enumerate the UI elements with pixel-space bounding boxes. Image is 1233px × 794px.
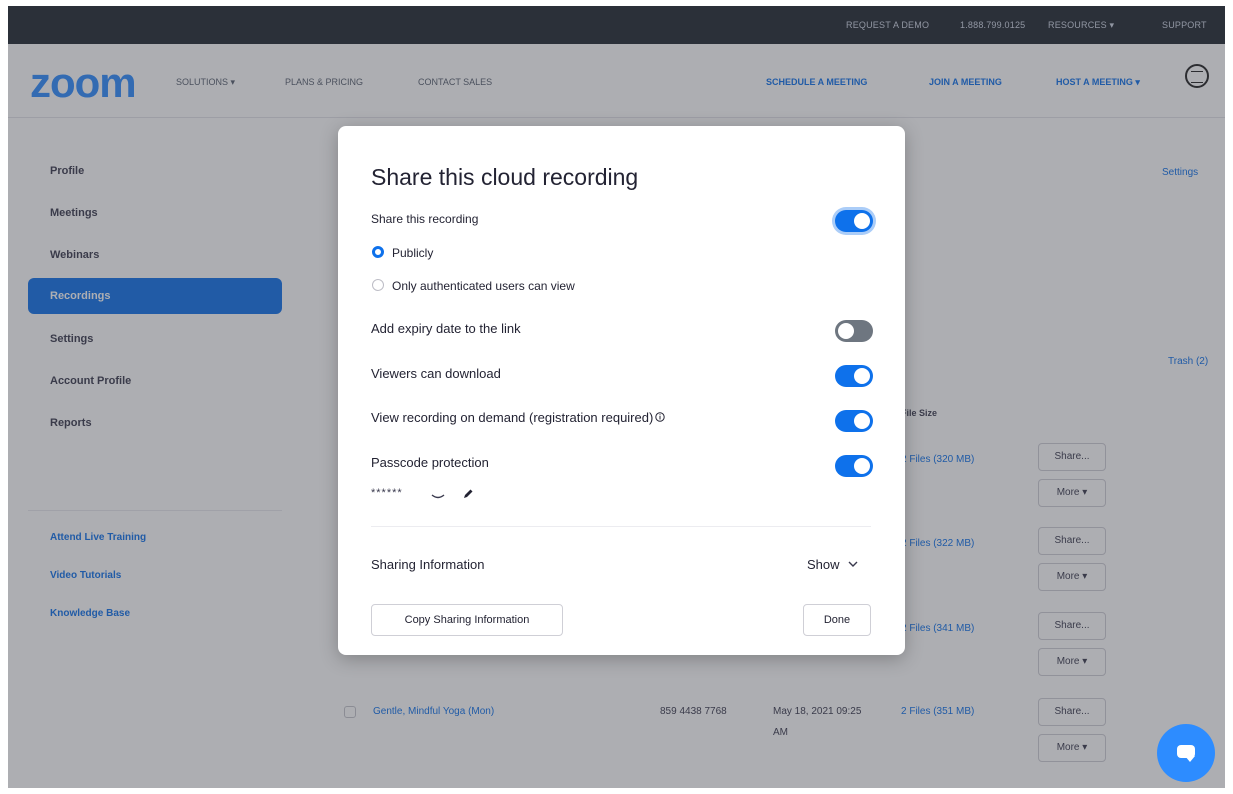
expiry-toggle[interactable] <box>835 320 873 342</box>
passcode-toggle[interactable] <box>835 455 873 477</box>
authenticated-radio-label: Only authenticated users can view <box>392 279 575 293</box>
share-recording-dialog: Share this cloud recording Share this re… <box>338 126 905 655</box>
eye-icon[interactable] <box>431 493 445 501</box>
passcode-label: Passcode protection <box>371 455 489 470</box>
share-recording-label: Share this recording <box>371 212 479 226</box>
chevron-down-icon <box>848 561 858 567</box>
passcode-value: ****** <box>371 487 403 499</box>
done-button[interactable]: Done <box>803 604 871 636</box>
show-toggle-link[interactable]: Show <box>807 557 858 572</box>
download-label: Viewers can download <box>371 366 501 381</box>
chat-icon[interactable] <box>1157 724 1215 782</box>
on-demand-text: View recording on demand (registration r… <box>371 410 654 425</box>
public-radio[interactable] <box>372 246 384 258</box>
authenticated-radio[interactable] <box>372 279 384 291</box>
sharing-information-label: Sharing Information <box>371 557 485 572</box>
dialog-divider <box>371 526 871 527</box>
app-window: REQUEST A DEMO 1.888.799.0125 RESOURCES … <box>8 6 1225 788</box>
share-recording-toggle[interactable] <box>835 210 873 232</box>
dialog-title: Share this cloud recording <box>371 164 639 190</box>
info-icon[interactable] <box>655 412 666 422</box>
download-toggle[interactable] <box>835 365 873 387</box>
copy-sharing-info-button[interactable]: Copy Sharing Information <box>371 604 563 636</box>
pencil-icon[interactable] <box>462 488 474 500</box>
public-radio-label: Publicly <box>392 246 434 260</box>
on-demand-label: View recording on demand (registration r… <box>371 410 666 425</box>
expiry-label: Add expiry date to the link <box>371 321 521 336</box>
show-label: Show <box>807 557 840 572</box>
on-demand-toggle[interactable] <box>835 410 873 432</box>
